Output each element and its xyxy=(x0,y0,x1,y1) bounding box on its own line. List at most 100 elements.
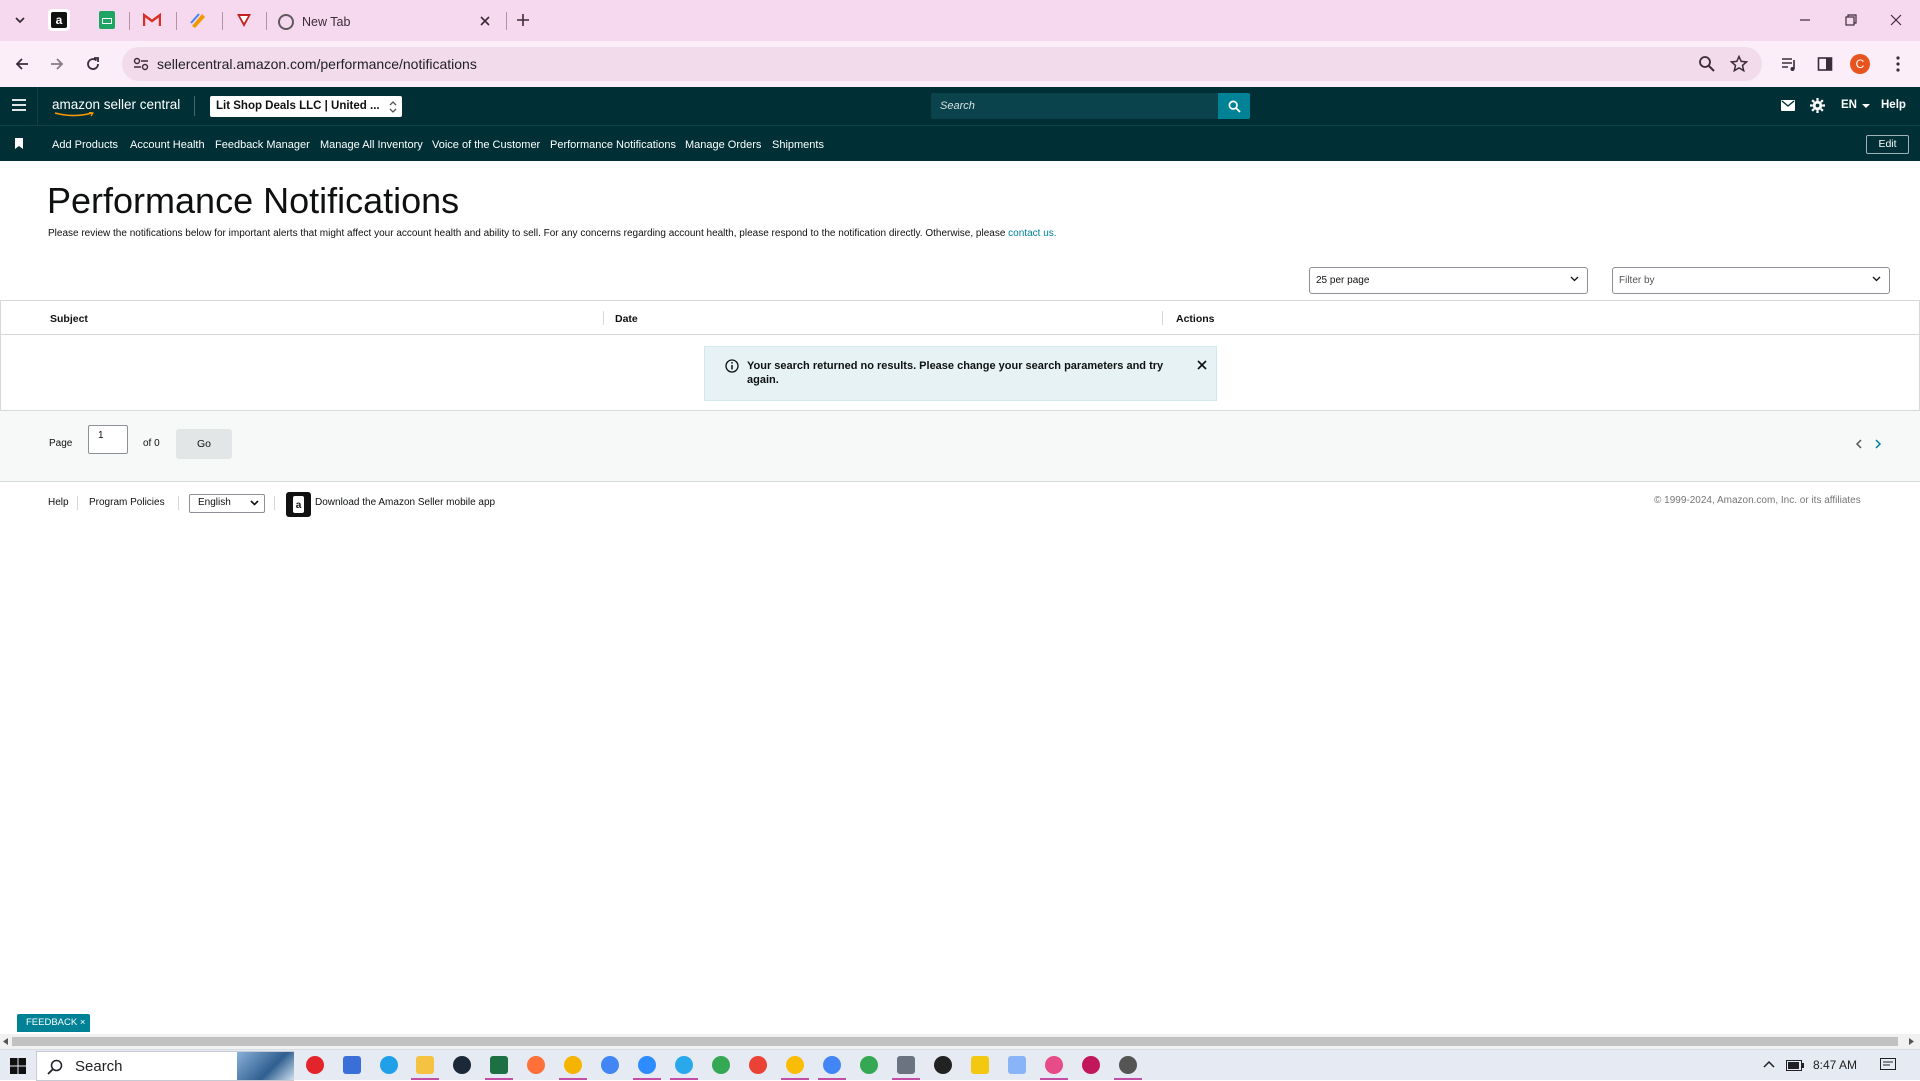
edit-nav-button[interactable]: Edit xyxy=(1866,135,1909,154)
hamburger-menu-icon[interactable] xyxy=(12,99,26,111)
nav-manage-orders[interactable]: Manage Orders xyxy=(685,139,761,151)
taskbar-firefox-icon[interactable] xyxy=(527,1056,545,1074)
settings-gear-icon[interactable] xyxy=(1810,98,1825,113)
scroll-left-icon[interactable] xyxy=(3,1038,9,1045)
side-panel-icon[interactable] xyxy=(1812,51,1838,77)
tab-search-chevron-icon[interactable] xyxy=(8,9,32,31)
footer-separator xyxy=(178,496,179,510)
footer-help-link[interactable]: Help xyxy=(48,497,69,508)
tab-pencil-favicon-icon[interactable] xyxy=(187,9,209,31)
go-button[interactable]: Go xyxy=(176,429,232,459)
amazon-seller-central-logo[interactable]: amazon seller central xyxy=(52,97,180,117)
search-button[interactable] xyxy=(1218,93,1250,119)
nav-performance-notifications[interactable]: Performance Notifications xyxy=(550,139,676,151)
browser-tab-strip: a New Tab xyxy=(0,0,1920,41)
bookmark-icon[interactable] xyxy=(15,138,23,149)
nav-add-products[interactable]: Add Products xyxy=(52,139,118,151)
language-selector[interactable]: EN xyxy=(1841,99,1870,111)
taskbar-app-icon[interactable] xyxy=(934,1056,952,1074)
close-icon[interactable] xyxy=(1197,360,1207,370)
close-window-icon[interactable] xyxy=(1884,8,1908,32)
taskbar-chrome-icon[interactable] xyxy=(786,1056,804,1074)
forward-arrow-icon[interactable] xyxy=(44,51,70,77)
nav-feedback-manager[interactable]: Feedback Manager xyxy=(215,139,310,151)
store-selector[interactable]: Lit Shop Deals LLC | United ... xyxy=(210,96,402,117)
taskbar-paint-icon[interactable] xyxy=(1082,1056,1100,1074)
taskbar-settings-gear-icon[interactable] xyxy=(1119,1056,1137,1074)
taskbar-calculator-icon[interactable] xyxy=(897,1056,915,1074)
taskbar-chrome-icon[interactable] xyxy=(823,1056,841,1074)
tab-sheets-favicon-icon[interactable] xyxy=(96,9,118,31)
column-header-date[interactable]: Date xyxy=(615,313,638,325)
scroll-right-icon[interactable] xyxy=(1909,1038,1915,1045)
tray-chevron-up-icon[interactable] xyxy=(1763,1060,1775,1068)
seller-central-header: amazon seller central Lit Shop Deals LLC… xyxy=(0,87,1920,125)
active-tab-title: New Tab xyxy=(302,15,351,29)
tab-shield-favicon-icon[interactable] xyxy=(233,9,255,31)
taskbar-chrome-icon[interactable] xyxy=(749,1056,767,1074)
media-controls-icon[interactable] xyxy=(1776,51,1802,77)
tab-amazon-favicon-icon[interactable]: a xyxy=(48,9,70,31)
per-page-select[interactable]: 25 per page xyxy=(1309,267,1588,294)
reload-icon[interactable] xyxy=(80,51,106,77)
nav-manage-all-inventory[interactable]: Manage All Inventory xyxy=(320,139,423,151)
contact-us-link[interactable]: contact us. xyxy=(1008,228,1056,239)
amazon-app-icon[interactable]: a xyxy=(286,492,311,517)
taskbar-notepad-icon[interactable] xyxy=(1008,1056,1026,1074)
footer-app-promo-link[interactable]: Download the Amazon Seller mobile app xyxy=(315,497,495,508)
url-text[interactable]: sellercentral.amazon.com/performance/not… xyxy=(157,56,477,72)
taskbar-app-icon[interactable] xyxy=(306,1056,324,1074)
kebab-menu-icon[interactable] xyxy=(1885,51,1911,77)
footer-program-policies-link[interactable]: Program Policies xyxy=(89,497,165,508)
seller-search-input[interactable]: Search xyxy=(931,93,1218,119)
taskbar-steam-icon[interactable] xyxy=(453,1056,471,1074)
tab-new-tab[interactable]: New Tab xyxy=(274,5,500,41)
page-number-input[interactable]: 1 xyxy=(88,425,128,454)
intro-paragraph: Please review the notifications below fo… xyxy=(48,228,1057,239)
taskbar-excel-icon[interactable] xyxy=(490,1056,508,1074)
close-tab-icon[interactable] xyxy=(478,14,492,28)
back-arrow-icon[interactable] xyxy=(9,51,35,77)
taskbar-file-explorer-icon[interactable] xyxy=(416,1056,434,1074)
address-bar[interactable]: sellercentral.amazon.com/performance/not… xyxy=(122,47,1762,81)
taskbar-chrome-icon[interactable] xyxy=(601,1056,619,1074)
help-link[interactable]: Help xyxy=(1881,99,1906,111)
profile-avatar[interactable]: C xyxy=(1847,51,1873,77)
taskbar-store-icon[interactable] xyxy=(343,1056,361,1074)
taskbar-clock[interactable]: 8:47 AM xyxy=(1813,1058,1857,1072)
taskbar-chrome-icon[interactable] xyxy=(860,1056,878,1074)
column-header-subject[interactable]: Subject xyxy=(50,313,88,325)
taskbar-edge-icon[interactable] xyxy=(380,1056,398,1074)
nav-shipments[interactable]: Shipments xyxy=(772,139,824,151)
zoom-icon[interactable] xyxy=(1698,55,1716,73)
filter-by-select[interactable]: Filter by xyxy=(1612,267,1890,294)
taskbar-zoom-icon[interactable] xyxy=(638,1056,656,1074)
taskbar-snipping-icon[interactable] xyxy=(1045,1056,1063,1074)
scrollbar-thumb[interactable] xyxy=(12,1037,1898,1046)
site-info-icon[interactable] xyxy=(133,57,149,71)
horizontal-scrollbar[interactable] xyxy=(0,1034,1920,1049)
messages-envelope-icon[interactable] xyxy=(1781,100,1795,111)
previous-page-icon[interactable] xyxy=(1855,439,1863,449)
tab-separator xyxy=(176,12,177,30)
battery-icon[interactable] xyxy=(1786,1060,1804,1071)
nav-voice-of-the-customer[interactable]: Voice of the Customer xyxy=(432,139,540,151)
tab-gmail-favicon-icon[interactable] xyxy=(141,9,163,31)
taskbar-chrome-icon[interactable] xyxy=(564,1056,582,1074)
new-tab-plus-icon[interactable] xyxy=(512,9,534,31)
browser-toolbar: sellercentral.amazon.com/performance/not… xyxy=(0,41,1920,87)
taskbar-telegram-icon[interactable] xyxy=(675,1056,693,1074)
feedback-tab[interactable]: FEEDBACK × xyxy=(17,1014,90,1032)
windows-start-icon[interactable] xyxy=(10,1058,26,1074)
taskbar-search-box[interactable]: Search xyxy=(36,1051,294,1081)
taskbar-chrome-icon[interactable] xyxy=(712,1056,730,1074)
notifications-icon[interactable] xyxy=(1880,1058,1896,1072)
taskbar-app-icon[interactable] xyxy=(971,1056,989,1074)
footer-language-select[interactable]: English xyxy=(189,494,265,513)
search-icon xyxy=(1228,100,1241,113)
nav-account-health[interactable]: Account Health xyxy=(130,139,205,151)
restore-icon[interactable] xyxy=(1839,8,1863,32)
bookmark-star-icon[interactable] xyxy=(1730,55,1748,73)
minimize-icon[interactable] xyxy=(1793,8,1817,32)
next-page-icon[interactable] xyxy=(1874,439,1882,449)
